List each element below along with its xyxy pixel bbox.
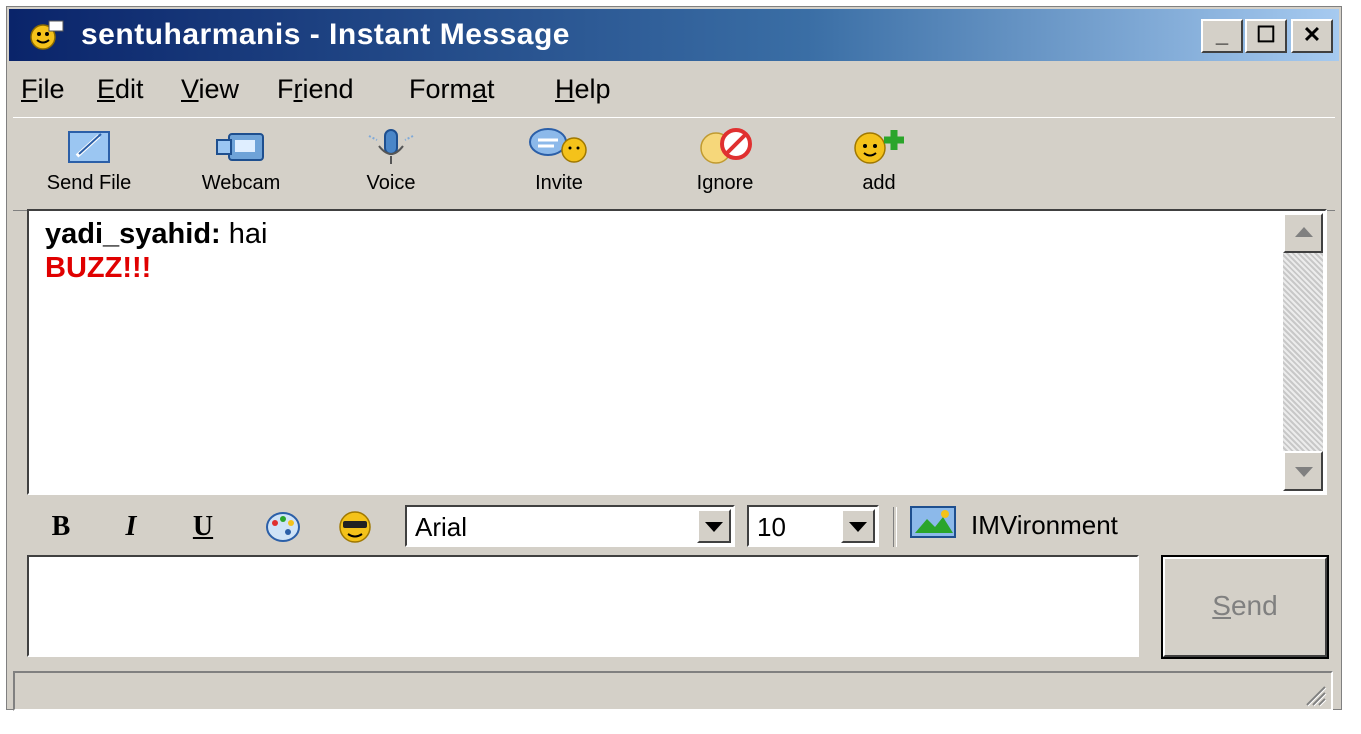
- scroll-down-button[interactable]: [1283, 451, 1323, 491]
- invite-icon: [529, 128, 587, 163]
- menu-friend[interactable]: Friend: [277, 73, 354, 105]
- menu-file[interactable]: File: [21, 73, 65, 105]
- arrow-down-icon: [1295, 467, 1313, 477]
- format-toolbar: B I U Arial 10 IMVironment: [27, 499, 1327, 551]
- chat-message-text: hai: [228, 218, 268, 250]
- title-bar[interactable]: sentuharmanis - Instant Message _ ☐ ✕: [9, 9, 1339, 61]
- maximize-button[interactable]: ☐: [1245, 19, 1287, 53]
- italic-button[interactable]: I: [111, 507, 151, 547]
- status-bar: [13, 671, 1333, 711]
- imvironment-label: IMVironment: [971, 510, 1118, 540]
- chat-log: yadi_syahid: hai BUZZ!!!: [45, 217, 267, 285]
- arrow-up-icon: [1295, 227, 1313, 237]
- chevron-down-icon: [705, 522, 723, 532]
- chat-message: yadi_syahid: hai: [45, 217, 267, 251]
- microphone-icon: [368, 129, 414, 164]
- send-file-icon: [68, 131, 110, 163]
- imvironment-button[interactable]: IMVironment: [909, 505, 1118, 547]
- menu-edit[interactable]: Edit: [97, 73, 144, 105]
- font-size-value: 10: [757, 512, 786, 542]
- bold-button[interactable]: B: [41, 507, 81, 547]
- emoticon-button[interactable]: [335, 507, 375, 547]
- window-title: sentuharmanis - Instant Message: [81, 18, 570, 51]
- messenger-icon: [30, 20, 64, 50]
- font-value: Arial: [415, 512, 468, 542]
- toolbar: Send File Webcam Voice Invite Ignore add: [13, 117, 1335, 211]
- add-friend-icon: [854, 130, 904, 164]
- font-select[interactable]: Arial: [405, 505, 735, 547]
- palette-icon: [266, 512, 300, 542]
- invite-button[interactable]: Invite: [499, 122, 619, 208]
- chevron-down-icon: [849, 522, 867, 532]
- font-size-dropdown-button[interactable]: [841, 509, 875, 543]
- webcam-label: Webcam: [201, 172, 281, 194]
- send-button[interactable]: Send: [1161, 555, 1329, 659]
- menu-help[interactable]: Help: [555, 73, 611, 105]
- color-palette-button[interactable]: [263, 507, 303, 547]
- menu-format[interactable]: Format: [409, 73, 495, 105]
- smiley-icon: [339, 511, 371, 543]
- send-file-button[interactable]: Send File: [29, 122, 149, 208]
- webcam-button[interactable]: Webcam: [181, 122, 301, 208]
- font-dropdown-button[interactable]: [697, 509, 731, 543]
- ignore-label: Ignore: [696, 172, 754, 194]
- webcam-icon: [216, 133, 264, 161]
- close-button[interactable]: ✕: [1291, 19, 1333, 53]
- toolbar-separator: [893, 507, 897, 547]
- voice-button[interactable]: Voice: [331, 122, 451, 208]
- chat-sender: yadi_syahid:: [45, 218, 221, 250]
- menu-view[interactable]: View: [181, 73, 239, 105]
- font-size-select[interactable]: 10: [747, 505, 879, 547]
- buzz-notice: BUZZ!!!: [45, 252, 152, 284]
- chat-scrollbar[interactable]: [1283, 213, 1323, 491]
- ignore-button[interactable]: Ignore: [665, 122, 785, 208]
- message-input[interactable]: [27, 555, 1139, 657]
- invite-label: Invite: [535, 172, 583, 194]
- im-window: sentuharmanis - Instant Message _ ☐ ✕ Fi…: [6, 6, 1342, 711]
- add-label: add: [862, 172, 896, 194]
- send-file-label: Send File: [46, 172, 132, 194]
- menu-bar: File Edit View Friend Format Help: [13, 67, 1335, 111]
- scroll-up-button[interactable]: [1283, 213, 1323, 253]
- add-friend-button[interactable]: add: [819, 122, 939, 208]
- resize-grip-icon[interactable]: [1301, 681, 1327, 707]
- voice-label: Voice: [366, 172, 416, 194]
- minimize-button[interactable]: _: [1201, 19, 1243, 53]
- chat-history[interactable]: yadi_syahid: hai BUZZ!!!: [27, 209, 1327, 495]
- ignore-icon: [700, 128, 752, 164]
- imvironment-icon: [910, 506, 956, 538]
- underline-button[interactable]: U: [183, 507, 223, 547]
